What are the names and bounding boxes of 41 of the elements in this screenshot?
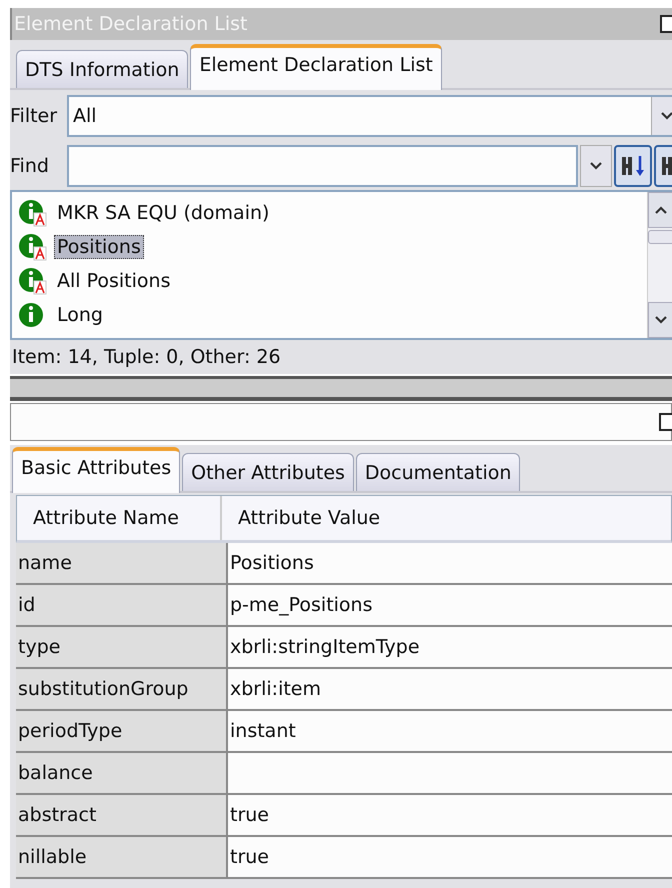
find-field[interactable]	[67, 145, 578, 187]
filter-label: Filter	[10, 105, 58, 127]
column-header[interactable]: Attribute Value	[222, 496, 380, 540]
status-text: Item: 14, Tuple: 0, Other: 26	[10, 340, 672, 374]
table-cell: name	[16, 543, 228, 583]
element-icon	[18, 233, 48, 261]
column-header[interactable]: Attribute Name	[17, 496, 222, 540]
element-icon	[18, 199, 48, 227]
table-cell: abstract	[16, 795, 228, 835]
maximize-icon[interactable]	[659, 413, 672, 431]
tab[interactable]: Basic Attributes	[12, 447, 180, 493]
list-item[interactable]: Long	[54, 303, 106, 327]
table-cell: xbrli:stringItemType	[228, 627, 672, 667]
table-cell: type	[16, 627, 228, 667]
table-cell: Positions	[228, 543, 672, 583]
table-cell: periodType	[16, 711, 228, 751]
tab[interactable]: Documentation	[356, 453, 520, 491]
element-icon	[18, 267, 48, 295]
tab[interactable]: Other Attributes	[182, 453, 354, 491]
table-cell: nillable	[16, 837, 228, 877]
scroll-thumb[interactable]	[648, 230, 672, 244]
filter-dropdown[interactable]: All	[67, 95, 672, 137]
tab[interactable]: DTS Information	[16, 50, 188, 88]
table-cell: substitutionGroup	[16, 669, 228, 709]
find-next-button[interactable]	[614, 145, 652, 187]
list-item[interactable]: Positions	[54, 235, 144, 259]
scroll-down-icon[interactable]	[654, 315, 668, 325]
table-cell: instant	[228, 711, 672, 751]
tab[interactable]: Element Declaration List	[190, 44, 442, 90]
table-cell: true	[228, 837, 672, 877]
splitter[interactable]	[10, 376, 672, 401]
list-item[interactable]: All Positions	[54, 269, 174, 293]
table-cell: true	[228, 795, 672, 835]
table-cell: p-me_Positions	[228, 585, 672, 625]
list-item[interactable]: MKR SA EQU (domain)	[54, 201, 272, 225]
scrollbar[interactable]	[647, 192, 672, 338]
table-cell: xbrli:item	[228, 669, 672, 709]
table-cell: id	[16, 585, 228, 625]
table-cell: balance	[16, 753, 228, 793]
find-label: Find	[10, 155, 50, 177]
scroll-up-icon[interactable]	[654, 205, 668, 215]
